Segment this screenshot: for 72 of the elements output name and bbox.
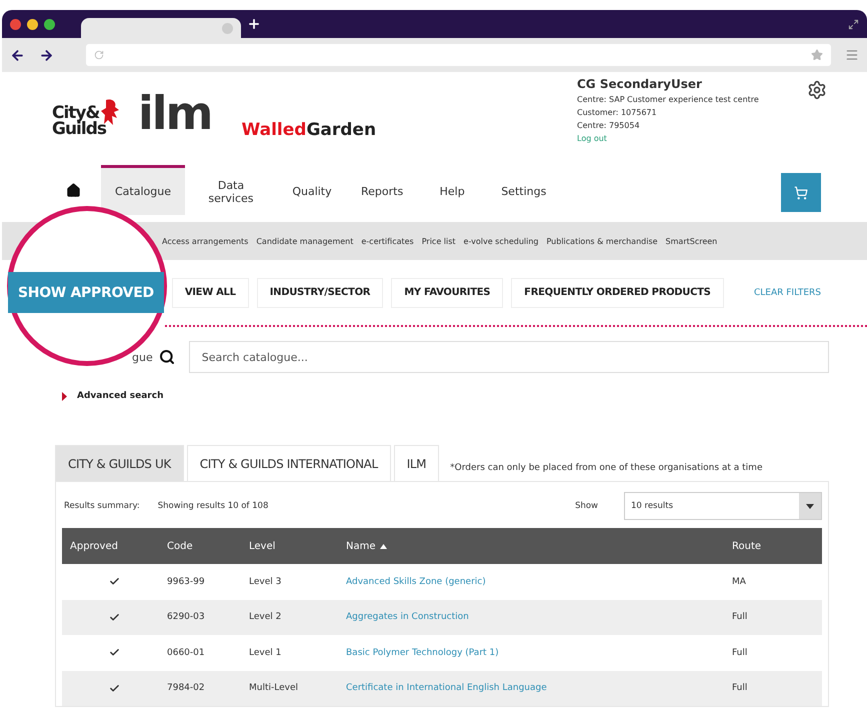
table-cell-text: Multi-Level: [248, 683, 300, 694]
search-icon[interactable]: [158, 349, 175, 365]
qualification-link[interactable]: Advanced Skills Zone (generic): [338, 576, 724, 587]
logo-text: City&: [52, 105, 100, 121]
column-header: Approved: [69, 540, 119, 552]
table-cell-text: Level 2: [248, 612, 282, 622]
close-dot[interactable]: [10, 18, 21, 30]
column-header[interactable]: Name: [338, 540, 724, 552]
caret-icon: [806, 504, 814, 508]
back-icon[interactable]: [10, 48, 25, 62]
subnav-link[interactable]: Access arrangements: [162, 236, 248, 246]
dropdown-button[interactable]: [799, 493, 821, 519]
table-cell-text: Level 1: [248, 648, 282, 658]
summary-label: Results summary:: [64, 501, 140, 511]
ilm-logo: ilm: [138, 86, 212, 142]
orders-note: *Orders can only be placed from one of these organisations at a time: [450, 463, 762, 473]
subnav-link[interactable]: Publications & merchandise: [546, 236, 658, 246]
filter-button[interactable]: FREQUENTLY ORDERED PRODUCTS: [511, 278, 724, 308]
logo-text: Walled: [241, 120, 306, 140]
filter-button[interactable]: INDUSTRY/SECTOR: [256, 278, 384, 308]
column-header: Level: [248, 540, 276, 552]
advanced-search-link[interactable]: Advanced search: [77, 391, 164, 401]
subnav-link[interactable]: e-volve scheduling: [464, 236, 538, 246]
logo-text: Garden: [306, 120, 376, 140]
organisation-tab[interactable]: CITY & GUILDS INTERNATIONAL: [186, 445, 391, 481]
subnav-link[interactable]: SmartScreen: [666, 236, 718, 246]
table-cell-text: Full: [731, 612, 748, 622]
filter-button[interactable]: VIEW ALL: [172, 278, 249, 308]
settings-icon[interactable]: [807, 80, 827, 100]
home-icon[interactable]: [66, 182, 81, 198]
table-cell-text: 0660-01: [166, 648, 206, 658]
column-header: Code: [166, 540, 194, 552]
search-label: gue: [132, 350, 153, 364]
logo-text: Guilds: [52, 121, 106, 137]
new-tab-icon[interactable]: [247, 17, 261, 31]
table-cell-text: Full: [731, 683, 748, 694]
table-cell-text: Full: [731, 648, 748, 658]
minimize-dot[interactable]: [27, 18, 38, 30]
column-header: Route: [731, 540, 762, 552]
nav-tab[interactable]: Catalogue: [101, 165, 185, 215]
summary-text: Showing results 10 of 108: [158, 501, 268, 511]
table-cell-text: 9963-99: [166, 576, 206, 587]
zoom-dot[interactable]: [44, 18, 55, 30]
organisation-tab[interactable]: ILM: [394, 445, 440, 481]
user-detail: Centre: SAP Customer experience test centre: [577, 94, 760, 106]
subnav-link[interactable]: e-certificates: [361, 236, 414, 246]
cart-button[interactable]: [781, 173, 821, 212]
filter-button[interactable]: SHOW APPROVED: [8, 272, 164, 313]
table-cell-text: MA: [731, 576, 747, 587]
organisation-tab[interactable]: CITY & GUILDS UK: [55, 445, 184, 481]
user-name: CG SecondaryUser: [577, 78, 703, 91]
sort-icon[interactable]: [380, 544, 387, 548]
table-cell-text: 7984-02: [166, 683, 206, 694]
qualification-link[interactable]: Basic Polymer Technology (Part 1): [338, 648, 724, 658]
expand-icon[interactable]: [848, 18, 859, 30]
clear-filters-link[interactable]: CLEAR FILTERS: [754, 288, 821, 298]
table-cell-text: Level 3: [248, 576, 282, 587]
forward-icon[interactable]: [39, 48, 54, 62]
search-field[interactable]: Search catalogue...: [188, 341, 829, 373]
star-icon[interactable]: [811, 49, 823, 61]
menu-icon[interactable]: [845, 48, 859, 62]
caret-icon: [62, 392, 67, 400]
tab-dot: [222, 22, 233, 34]
user-detail: Customer: 1075671: [577, 107, 658, 119]
results-select[interactable]: 10 results: [624, 492, 822, 520]
table-cell-text: 6290-03: [166, 612, 206, 622]
subnav-link[interactable]: Candidate management: [256, 236, 354, 246]
user-detail: Centre: 795054: [577, 120, 641, 132]
filter-button[interactable]: MY FAVOURITES: [391, 278, 504, 308]
show-label: Show: [575, 501, 598, 511]
subnav-link[interactable]: Price list: [422, 236, 456, 246]
cart-icon: [794, 186, 808, 200]
